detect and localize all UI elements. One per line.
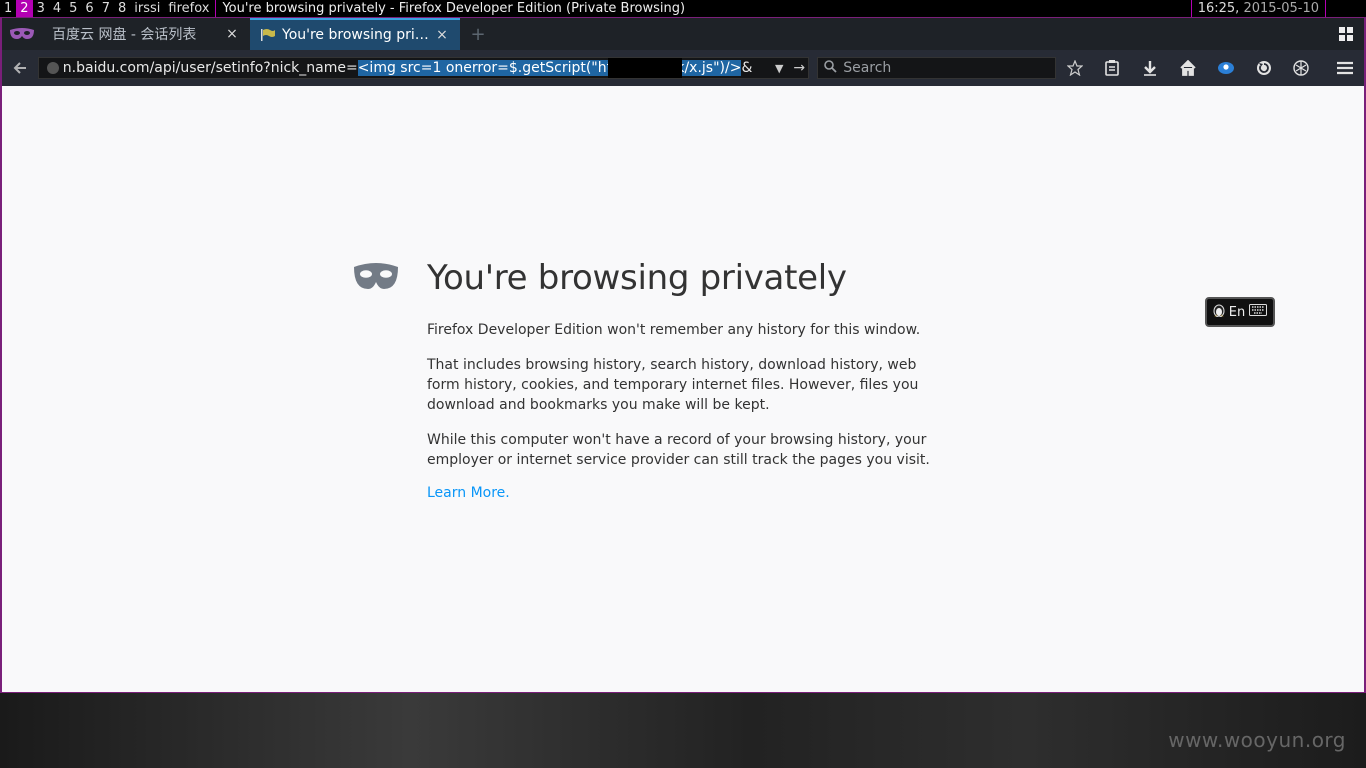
workspace-8[interactable]: 8 <box>114 0 130 17</box>
url-dropdown-icon[interactable]: ▼ <box>768 62 790 75</box>
info-paragraph-2: That includes browsing history, search h… <box>427 357 919 413</box>
url-base-text: n.baidu.com/api/user/setinfo?nick_name= <box>62 60 358 76</box>
home-icon[interactable] <box>1169 50 1207 86</box>
url-bar[interactable]: n.baidu.com/api/user/setinfo?nick_name= <… <box>37 57 810 79</box>
devtools-eye-icon[interactable] <box>1207 50 1245 86</box>
workspace-3[interactable]: 3 <box>33 0 49 17</box>
wm-date: 2015-05-10 <box>1243 1 1319 16</box>
private-mask-icon <box>2 18 42 50</box>
private-browsing-mask-icon <box>352 261 400 295</box>
close-tab-icon[interactable]: × <box>434 27 450 43</box>
ime-language-label: En <box>1228 304 1246 320</box>
tab-private[interactable]: You're browsing priva... × <box>250 18 460 50</box>
downloads-icon[interactable] <box>1131 50 1169 86</box>
wm-time: 16:25, <box>1197 1 1240 16</box>
info-paragraph-3: While this computer won't have a record … <box>427 432 930 468</box>
close-tab-icon[interactable]: × <box>224 26 240 42</box>
reading-list-icon[interactable] <box>1094 50 1132 86</box>
workspace-1[interactable]: 1 <box>0 0 16 17</box>
bookmark-star-icon[interactable] <box>1056 50 1094 86</box>
search-input[interactable]: Search <box>817 57 1056 79</box>
menu-hamburger-icon[interactable] <box>1326 50 1364 86</box>
search-icon <box>824 59 837 77</box>
watermark: www.wooyun.org <box>1168 728 1346 752</box>
go-arrow-icon[interactable]: → <box>790 60 808 76</box>
workspace-firefox[interactable]: firefox <box>164 0 213 17</box>
info-paragraph-1: Firefox Developer Edition won't remember… <box>427 322 921 338</box>
nav-toolbar: n.baidu.com/api/user/setinfo?nick_name= <… <box>2 50 1364 86</box>
input-method-indicator[interactable]: En <box>1205 297 1275 327</box>
url-selected-text: <img src=1 onerror=$.getScript("http://o… <box>357 60 742 76</box>
wm-spacer <box>685 0 1191 17</box>
wm-window-title: You're browsing privately - Firefox Deve… <box>215 0 685 17</box>
flag-icon <box>260 28 276 42</box>
search-placeholder: Search <box>843 60 892 76</box>
wm-clock: 16:25, 2015-05-10 <box>1190 0 1326 17</box>
new-tab-button[interactable]: + <box>460 18 496 50</box>
workspace-7[interactable]: 7 <box>98 0 114 17</box>
tab-spacer <box>496 18 1328 50</box>
penguin-icon <box>1213 303 1225 321</box>
back-arrow-icon <box>13 62 26 74</box>
desktop-background: www.wooyun.org <box>0 693 1366 768</box>
workspace-5[interactable]: 5 <box>65 0 81 17</box>
page-title: You're browsing privately <box>427 258 847 298</box>
wm-status-bar: 1 2 3 4 5 6 7 8 irssi firefox You're bro… <box>0 0 1366 17</box>
back-button[interactable] <box>2 50 38 86</box>
redaction-box <box>607 58 682 78</box>
workspace-2[interactable]: 2 <box>16 0 33 17</box>
webide-globe-icon[interactable] <box>1282 50 1320 86</box>
private-browsing-page: You're browsing privately Firefox Develo… <box>2 86 1364 692</box>
tab-label: 百度云 网盘 - 会话列表 <box>52 27 197 43</box>
workspace-6[interactable]: 6 <box>81 0 97 17</box>
tab-label: You're browsing priva... <box>282 27 434 43</box>
workspace-4[interactable]: 4 <box>49 0 65 17</box>
tab-groups-icon[interactable] <box>1328 18 1364 50</box>
firefox-window: 百度云 网盘 - 会话列表 × You're browsing priva...… <box>0 17 1366 693</box>
workspace-irssi[interactable]: irssi <box>130 0 164 17</box>
url-tail-text: & <box>741 60 753 76</box>
tab-baidu[interactable]: 百度云 网盘 - 会话列表 × <box>42 18 250 50</box>
keyboard-icon <box>1249 304 1268 320</box>
learn-more-link[interactable]: Learn More. <box>427 485 510 501</box>
site-identity-icon[interactable] <box>46 62 59 74</box>
tab-bar: 百度云 网盘 - 会话列表 × You're browsing priva...… <box>2 18 1364 50</box>
sync-icon[interactable] <box>1245 50 1283 86</box>
